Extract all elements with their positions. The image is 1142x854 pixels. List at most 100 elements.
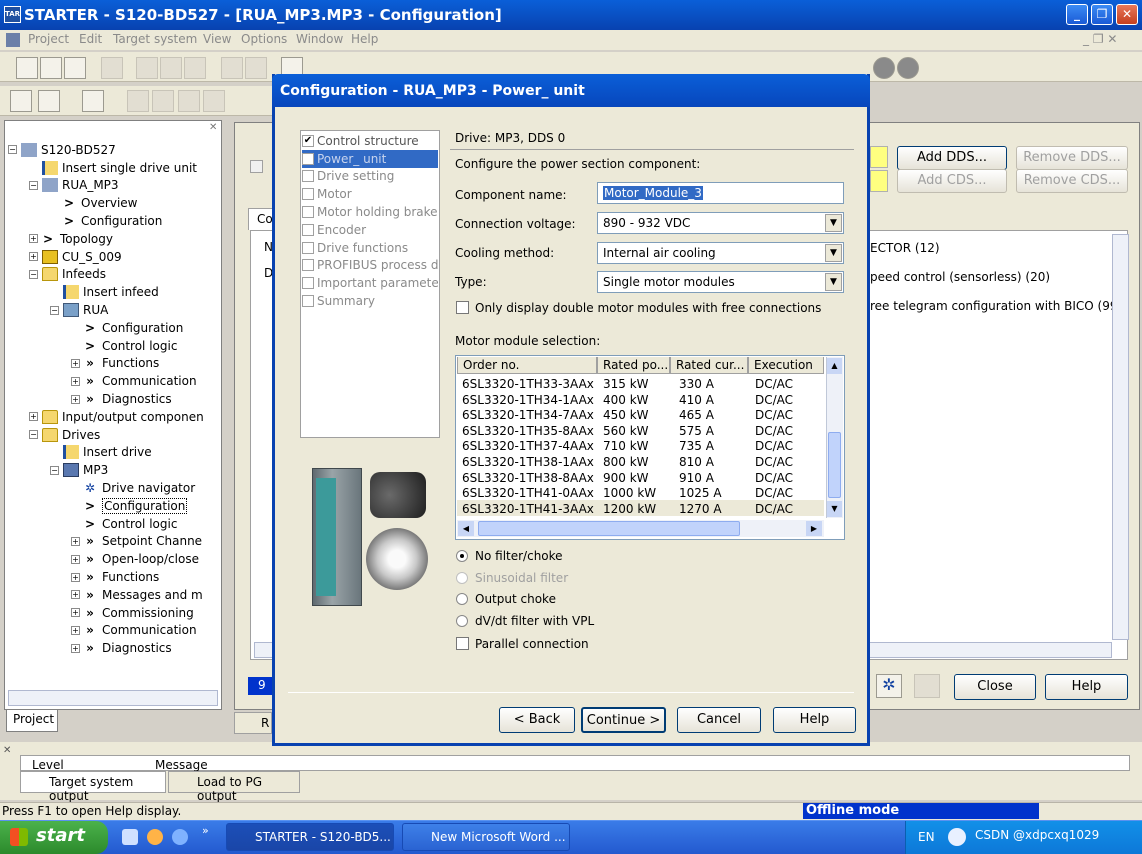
column-execution[interactable]: Execution <box>748 357 824 374</box>
column-rated-current[interactable]: Rated cur... <box>670 357 748 374</box>
redo-icon[interactable] <box>245 57 267 79</box>
cancel-button[interactable]: Cancel <box>677 707 761 733</box>
wizard-step[interactable]: Encoder <box>302 221 438 239</box>
cooling-method-select[interactable]: Internal air cooling ▼ <box>597 242 844 264</box>
tree-item[interactable]: > Configuration <box>71 497 188 515</box>
column-order-no[interactable]: Order no. <box>457 357 597 374</box>
filter-radio[interactable] <box>456 571 468 584</box>
table-cell[interactable]: DC/AC <box>755 393 793 407</box>
tree-item[interactable]: − MP3 <box>50 461 108 479</box>
wizard-step[interactable]: Summary <box>302 292 438 310</box>
table-cell[interactable]: 800 kW <box>603 455 649 469</box>
tree-item[interactable]: > Overview <box>50 194 138 212</box>
tree-item[interactable]: + » Functions <box>71 568 159 586</box>
tree-close-icon[interactable]: ✕ <box>209 122 217 133</box>
tree-item[interactable]: + » Setpoint Channe <box>71 533 202 551</box>
ie-icon[interactable] <box>172 829 188 845</box>
table-cell[interactable]: 6SL3320-1TH38-8AAx <box>462 471 594 485</box>
add-dds-button[interactable]: Add DDS... <box>897 146 1007 170</box>
table-cell[interactable]: DC/AC <box>755 377 793 391</box>
table-cell[interactable]: 910 A <box>679 471 714 485</box>
tree-item[interactable]: + » Diagnostics <box>71 390 172 408</box>
quicklaunch-icon[interactable] <box>147 829 163 845</box>
connect-icon[interactable] <box>178 90 200 112</box>
menu-window[interactable]: Window <box>296 32 343 46</box>
table-cell[interactable]: DC/AC <box>755 471 793 485</box>
dropdown-arrow-icon[interactable]: ▼ <box>825 244 842 262</box>
double-motor-checkbox[interactable] <box>456 301 469 314</box>
tree-item[interactable]: + » Commissioning <box>71 604 194 622</box>
tree-item[interactable]: − RUA <box>50 301 108 319</box>
open-folder-icon[interactable] <box>40 57 62 79</box>
continue-button[interactable]: Continue > <box>581 707 666 733</box>
expand-icon[interactable]: + <box>71 643 80 653</box>
table-cell[interactable]: 6SL3320-1TH41-0AAx <box>462 486 594 500</box>
copy-icon[interactable] <box>160 57 182 79</box>
expand-icon[interactable]: + <box>71 376 80 386</box>
wizard-step[interactable]: Drive setting <box>302 168 438 186</box>
table-cell[interactable]: DC/AC <box>755 408 793 422</box>
table-cell[interactable]: 465 A <box>679 408 714 422</box>
tree-item[interactable]: > Configuration <box>71 319 183 337</box>
load-down-icon[interactable] <box>152 90 174 112</box>
component-name-input[interactable]: Motor_Module_3 <box>597 182 844 204</box>
table-cell[interactable]: 6SL3320-1TH34-7AAx <box>462 408 594 422</box>
scroll-down-icon[interactable]: ▼ <box>827 501 842 517</box>
settings-gear-icon[interactable]: ✲ <box>876 674 902 698</box>
xi-icon[interactable] <box>10 90 32 112</box>
tree-item[interactable]: − RUA_MP3 <box>29 177 119 195</box>
tree-item[interactable]: − Drives <box>29 426 100 444</box>
table-cell[interactable]: 1200 kW <box>603 502 656 516</box>
download-project-icon[interactable] <box>82 90 104 112</box>
help-config-button[interactable]: Help <box>1045 674 1128 700</box>
table-cell[interactable]: 710 kW <box>603 439 649 453</box>
tree-item[interactable]: + Input/output componen <box>29 408 204 426</box>
tree-item[interactable]: Insert drive <box>50 444 152 462</box>
collapse-icon[interactable]: − <box>29 430 38 440</box>
scroll-left-icon[interactable]: ◀ <box>458 521 474 536</box>
tree-item[interactable]: + » Open-loop/close <box>71 550 199 568</box>
tree-item[interactable]: > Control logic <box>71 337 177 355</box>
filter-radio[interactable] <box>456 550 468 562</box>
close-config-button[interactable]: Close <box>954 674 1036 700</box>
menu-project[interactable]: Project <box>28 32 69 46</box>
table-cell[interactable]: DC/AC <box>755 455 793 469</box>
help-button[interactable]: Help <box>773 707 856 733</box>
new-file-icon[interactable] <box>16 57 38 79</box>
bg-vscrollbar[interactable] <box>1112 234 1129 640</box>
table-cell[interactable]: 1025 A <box>679 486 722 500</box>
disconnect-icon[interactable] <box>203 90 225 112</box>
dropdown-arrow-icon[interactable]: ▼ <box>825 273 842 291</box>
back-button[interactable]: < Back <box>499 707 575 733</box>
add-cds-button[interactable]: Add CDS... <box>897 169 1007 193</box>
scroll-up-icon[interactable]: ▲ <box>827 358 842 374</box>
parallel-connection-checkbox[interactable] <box>456 637 469 650</box>
expand-icon[interactable]: + <box>71 572 80 582</box>
filter-radio[interactable] <box>456 614 468 627</box>
table-cell[interactable]: 900 kW <box>603 471 649 485</box>
tree-item[interactable]: Insert infeed <box>50 283 159 301</box>
save-icon[interactable] <box>64 57 86 79</box>
menu-options[interactable]: Options <box>241 32 287 46</box>
collapse-icon[interactable]: − <box>50 305 59 315</box>
collapse-icon[interactable]: − <box>29 180 38 190</box>
xe-icon[interactable] <box>38 90 60 112</box>
wizard-step[interactable]: Drive functions <box>302 239 438 257</box>
print-icon[interactable] <box>101 57 123 79</box>
tab-target-system-output[interactable]: Target system output <box>20 771 166 803</box>
tree-item[interactable]: ✲ Drive navigator <box>71 479 195 497</box>
tab-load-pg-output[interactable]: Load to PG output <box>168 771 300 803</box>
tree-item[interactable]: Insert single drive unit <box>29 159 197 177</box>
record-icon[interactable] <box>873 57 895 79</box>
remove-dds-button[interactable]: Remove DDS... <box>1016 146 1128 170</box>
table-cell[interactable]: DC/AC <box>755 439 793 453</box>
refresh-icon[interactable] <box>914 674 940 698</box>
table-cell[interactable]: 450 kW <box>603 408 649 422</box>
close-button[interactable]: ✕ <box>1116 4 1138 25</box>
expand-icon[interactable]: + <box>71 394 80 404</box>
column-rated-power[interactable]: Rated po... <box>597 357 670 374</box>
tree-item[interactable]: + > Topology <box>29 230 113 248</box>
expand-icon[interactable]: + <box>71 554 80 564</box>
menu-view[interactable]: View <box>203 32 231 46</box>
quicklaunch-icon[interactable] <box>122 829 138 845</box>
